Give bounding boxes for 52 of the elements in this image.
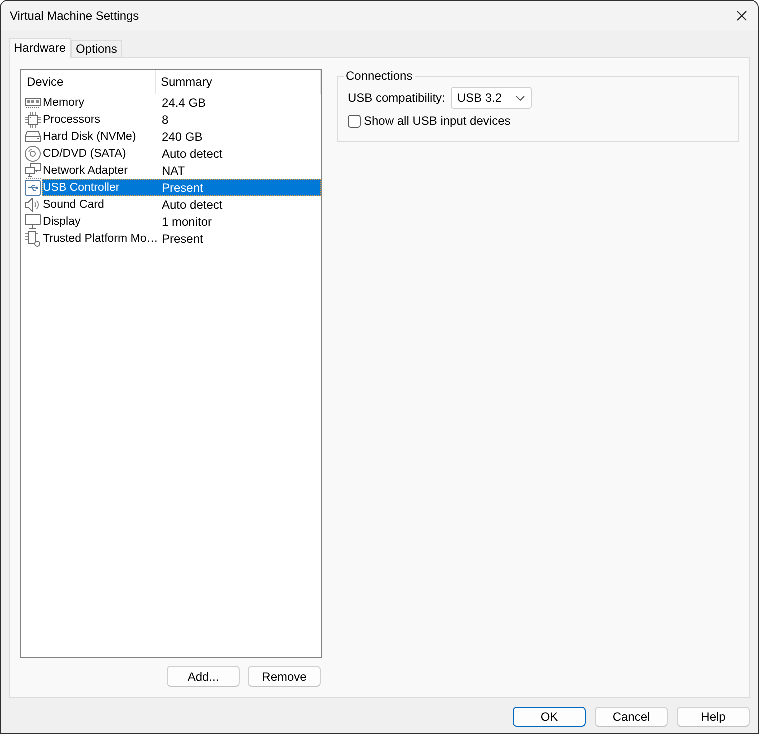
chevron-down-icon xyxy=(516,96,526,100)
device-name: Memory xyxy=(43,96,86,108)
device-name: Display xyxy=(43,216,82,228)
device-name: Trusted Platform Mo… xyxy=(43,232,160,244)
checkbox-label[interactable]: Show all USB input devices xyxy=(364,114,511,128)
chip-icon xyxy=(25,112,41,128)
device-row[interactable]: Trusted Platform Mo… Present xyxy=(42,230,321,247)
disc-icon xyxy=(25,146,41,162)
monitor-icon xyxy=(25,214,41,229)
memory-module-icon xyxy=(25,98,41,108)
device-row[interactable]: USB Controller Present xyxy=(42,179,321,196)
device-row[interactable]: Display 1 monitor xyxy=(42,213,321,230)
column-header[interactable]: Summary xyxy=(156,70,321,94)
remove-button[interactable]: Remove xyxy=(248,666,321,687)
device-row[interactable]: Hard Disk (NVMe) 240 GB xyxy=(42,128,321,145)
device-summary: Present xyxy=(162,180,204,194)
device-summary: 24.4 GB xyxy=(162,96,206,110)
ok-button[interactable]: OK xyxy=(513,707,586,727)
usb-icon xyxy=(25,180,41,196)
device-summary: 1 monitor xyxy=(162,214,212,228)
device-summary: Auto detect xyxy=(162,146,223,160)
usb-compatibility-label: USB compatibility: xyxy=(348,91,446,105)
device-name: Sound Card xyxy=(43,198,106,210)
help-button[interactable]: Help xyxy=(677,707,750,727)
network-monitors-icon xyxy=(25,162,41,178)
speaker-icon xyxy=(25,198,39,212)
device-row[interactable]: Network Adapter NAT xyxy=(42,162,321,179)
add-button[interactable]: Add... xyxy=(167,666,240,687)
column-header[interactable]: Device xyxy=(21,70,156,94)
device-summary: Auto detect xyxy=(162,198,223,212)
device-name: CD/DVD (SATA) xyxy=(43,148,128,160)
chip-key-icon xyxy=(25,230,41,246)
device-summary: 8 xyxy=(162,112,169,126)
device-row[interactable]: CD/DVD (SATA) Auto detect xyxy=(42,145,321,162)
device-name: Network Adapter xyxy=(43,164,130,176)
usb-compatibility-dropdown[interactable]: USB 3.2 xyxy=(451,87,532,109)
device-name: Processors xyxy=(43,114,102,126)
cancel-button[interactable]: Cancel xyxy=(595,707,668,727)
device-name: Hard Disk (NVMe) xyxy=(43,130,138,142)
device-name: USB Controller xyxy=(43,182,121,194)
device-summary: Present xyxy=(162,232,204,246)
tab[interactable]: Hardware xyxy=(9,38,72,58)
device-summary: NAT xyxy=(162,164,186,178)
window-title: Virtual Machine Settings xyxy=(10,9,140,23)
device-row[interactable]: Sound Card Auto detect xyxy=(42,196,321,213)
device-row[interactable]: Memory 24.4 GB xyxy=(42,94,321,111)
device-row[interactable]: Processors 8 xyxy=(42,111,321,128)
group-title: Connections xyxy=(345,69,414,83)
show-all-usb-checkbox[interactable] xyxy=(348,114,361,128)
close-icon xyxy=(737,11,747,21)
device-summary: 240 GB xyxy=(162,130,203,144)
tab[interactable]: Options xyxy=(71,40,122,57)
